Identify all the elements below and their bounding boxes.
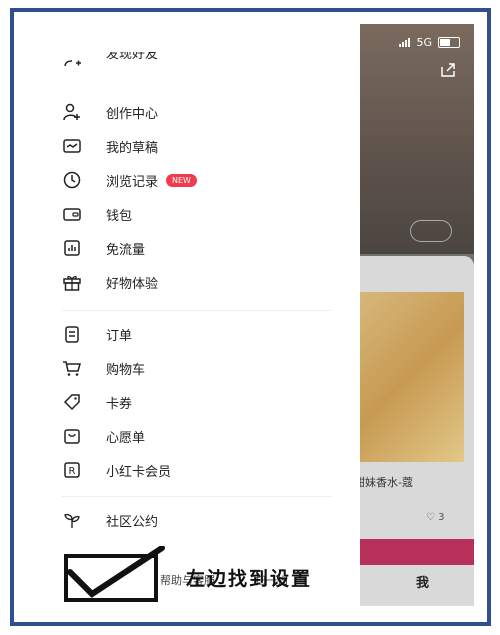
share-icon[interactable] [440, 62, 456, 78]
menu-item-data-free[interactable]: 免流量 [62, 236, 145, 260]
menu-item-label: 卡券 [106, 396, 133, 412]
background-note-title: 甜妹香水-蔻 [354, 476, 413, 489]
menu-item-label: 社区公约 [106, 514, 159, 530]
menu-item-label: 免流量 [106, 242, 146, 258]
menu-item-cart[interactable]: 购物车 [62, 356, 145, 380]
battery-icon [438, 37, 460, 48]
network-type: 5G [416, 36, 432, 49]
coupon-icon [62, 392, 82, 412]
menu-item-coupons[interactable]: 卡券 [62, 390, 132, 414]
menu-item-label: 订单 [106, 328, 133, 344]
menu-item-label: 钱包 [106, 208, 133, 224]
new-badge: NEW [166, 173, 197, 187]
menu-item-label: 好物体验 [106, 276, 159, 292]
menu-item-wishlist[interactable]: 心愿单 [62, 424, 145, 448]
menu-item-label: 浏览记录 [106, 174, 159, 190]
menu-item-label: 发现好友 [106, 52, 159, 62]
status-bar: 5G [399, 36, 460, 49]
background-like-count: ♡ 3 [426, 512, 445, 523]
draft-icon [62, 136, 82, 156]
checkmark-annotation-icon [64, 546, 165, 602]
add-friend-icon [62, 52, 82, 66]
menu-item-history[interactable]: 浏览记录 NEW [62, 168, 197, 192]
svg-text:R: R [69, 466, 76, 477]
menu-item-find-friends[interactable]: 发现好友 [62, 52, 158, 66]
menu-item-label: 小红卡会员 [106, 464, 172, 480]
wallet-icon [62, 204, 82, 224]
phone-screen: 甜妹香水-蔻 ♡ 3 我 5G 发现好友 创作中心 我的草稿 浏览记录 NEW … [26, 24, 474, 606]
data-free-icon [62, 238, 82, 258]
history-clock-icon [62, 170, 82, 190]
gift-icon [62, 272, 82, 292]
background-note-image[interactable] [354, 292, 464, 462]
menu-item-drafts[interactable]: 我的草稿 [62, 134, 158, 158]
menu-item-label: 创作中心 [106, 106, 159, 122]
menu-item-label: 我的草稿 [106, 140, 159, 156]
background-settings-button[interactable] [410, 220, 452, 242]
menu-item-label: 心愿单 [106, 430, 146, 446]
signal-icon [399, 38, 411, 47]
order-icon [62, 324, 82, 344]
menu-item-community-guidelines[interactable]: 社区公约 [62, 508, 158, 532]
menu-item-good-products[interactable]: 好物体验 [62, 270, 158, 294]
menu-item-label: 购物车 [106, 362, 146, 378]
menu-divider [62, 496, 332, 497]
menu-item-membership[interactable]: R 小红卡会员 [62, 458, 171, 482]
membership-icon: R [62, 460, 82, 480]
wishlist-icon [62, 426, 82, 446]
menu-item-orders[interactable]: 订单 [62, 322, 132, 346]
community-icon [62, 510, 82, 530]
side-drawer-menu: 发现好友 创作中心 我的草稿 浏览记录 NEW 钱包 免流量 好物体验 订单 购… [26, 24, 360, 606]
menu-item-creator-center[interactable]: 创作中心 [62, 100, 158, 124]
tab-me[interactable]: 我 [416, 572, 429, 591]
background-banner [346, 539, 474, 565]
menu-item-wallet[interactable]: 钱包 [62, 202, 132, 226]
creator-icon [62, 102, 82, 122]
annotation-hint: 左边找到设置 [186, 568, 313, 590]
menu-divider [62, 310, 332, 311]
cart-icon [62, 358, 82, 378]
